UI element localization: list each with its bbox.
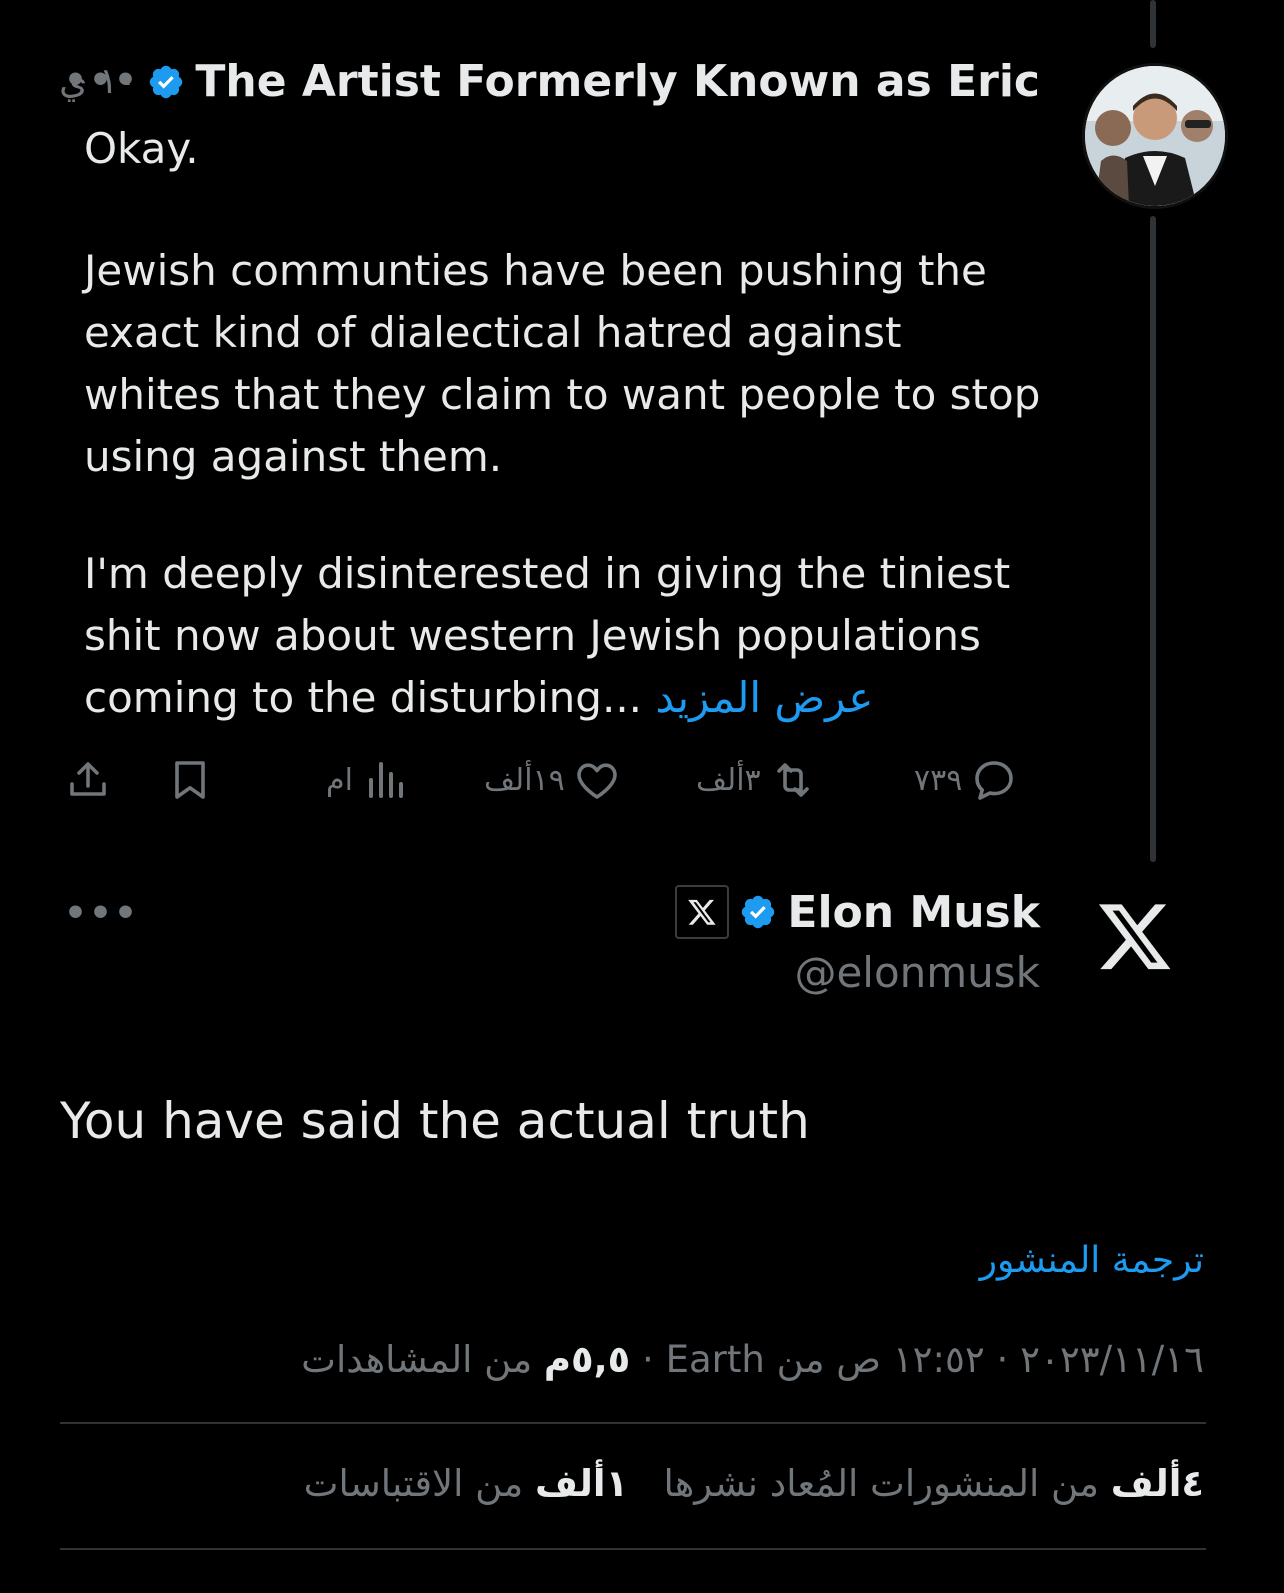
reply-button[interactable]: ٧٣٩ [914, 755, 1018, 805]
x-avatar[interactable] [1096, 903, 1174, 981]
post-time: ١٢:٥٢ ص من [776, 1338, 985, 1381]
quoted-tweet-paragraph-1: Okay. [84, 124, 199, 173]
main-tweet-text: You have said the actual truth [60, 1092, 810, 1150]
bookmark-button[interactable] [166, 755, 214, 805]
thread-line [1150, 216, 1156, 862]
quoted-tweet-author-name[interactable]: The Artist Formerly Known as Eric [195, 56, 1040, 107]
share-button[interactable] [64, 755, 112, 805]
reposts-stat[interactable]: ٤ألف من المنشورات المُعاد نشرها [652, 1462, 1204, 1505]
views-total[interactable]: ٥,٥م [544, 1338, 630, 1381]
share-icon [70, 762, 106, 796]
post-source: Earth [665, 1338, 765, 1381]
divider [60, 1422, 1206, 1424]
views-button[interactable]: ام [326, 755, 409, 805]
quotes-total: ١ألف [534, 1462, 629, 1505]
like-button[interactable]: ١٩ألف [484, 755, 621, 805]
main-tweet-meta: ٢٠٢٣/١١/١٦ · ١٢:٥٢ ص من Earth · ٥,٥م من … [301, 1338, 1204, 1381]
reposts-label: من المنشورات المُعاد نشرها [663, 1462, 1099, 1505]
post-date[interactable]: ٢٠٢٣/١١/١٦ [1020, 1338, 1204, 1381]
verified-badge-icon[interactable] [147, 63, 185, 101]
x-affiliate-badge[interactable] [675, 885, 730, 939]
reply-icon [975, 761, 1014, 800]
translate-post-link[interactable]: ترجمة المنشور [980, 1240, 1204, 1281]
quoted-tweet-timestamp[interactable]: ١٠ ي [59, 61, 137, 102]
quotes-label: من الاقتباسات [303, 1462, 524, 1505]
meta-separator: · [642, 1338, 654, 1381]
main-tweet-stats: ٤ألف من المنشورات المُعاد نشرها ١ألف من … [304, 1462, 1204, 1505]
main-tweet-author-name[interactable]: Elon Musk [787, 887, 1040, 938]
thread-line-top [1150, 0, 1156, 48]
verified-badge-icon[interactable] [739, 893, 777, 931]
avatar-photo-icon [1085, 66, 1225, 206]
repost-icon [776, 763, 809, 797]
views-count: ام [326, 762, 353, 798]
show-more-link[interactable]: عرض المزيد [655, 673, 873, 722]
main-tweet-more-button[interactable]: ••• [64, 893, 139, 934]
heart-icon [577, 763, 617, 799]
divider [60, 1548, 1206, 1550]
reply-count: ٧٣٩ [914, 762, 963, 798]
views-label: من المشاهدات [301, 1338, 533, 1381]
like-count: ١٩ألف [484, 762, 565, 798]
x-logo-icon [1098, 904, 1171, 970]
quoted-tweet-paragraph-3: I'm deeply disinterested in giving the t… [84, 543, 1010, 729]
main-tweet-author-row: Elon Musk [675, 885, 1040, 939]
quotes-stat[interactable]: ١ألف من الاقتباسات [304, 1462, 629, 1505]
main-tweet-handle[interactable]: @elonmusk [794, 948, 1040, 997]
x-logo-small-icon [688, 899, 717, 925]
repost-button[interactable]: ٣ألف [696, 755, 817, 805]
bookmark-icon [175, 761, 205, 799]
meta-separator: · [996, 1338, 1009, 1381]
quoted-tweet-header: ١٠ ي The Artist Formerly Known as Eric [59, 56, 1040, 107]
views-chart-icon [368, 762, 403, 798]
reposts-total: ٤ألف [1110, 1462, 1204, 1505]
repost-count: ٣ألف [696, 762, 761, 798]
quoted-tweet-paragraph-2: Jewish communties have been pushing the … [84, 246, 1041, 481]
more-dots-icon: ••• [64, 893, 140, 934]
avatar[interactable] [1082, 63, 1228, 209]
